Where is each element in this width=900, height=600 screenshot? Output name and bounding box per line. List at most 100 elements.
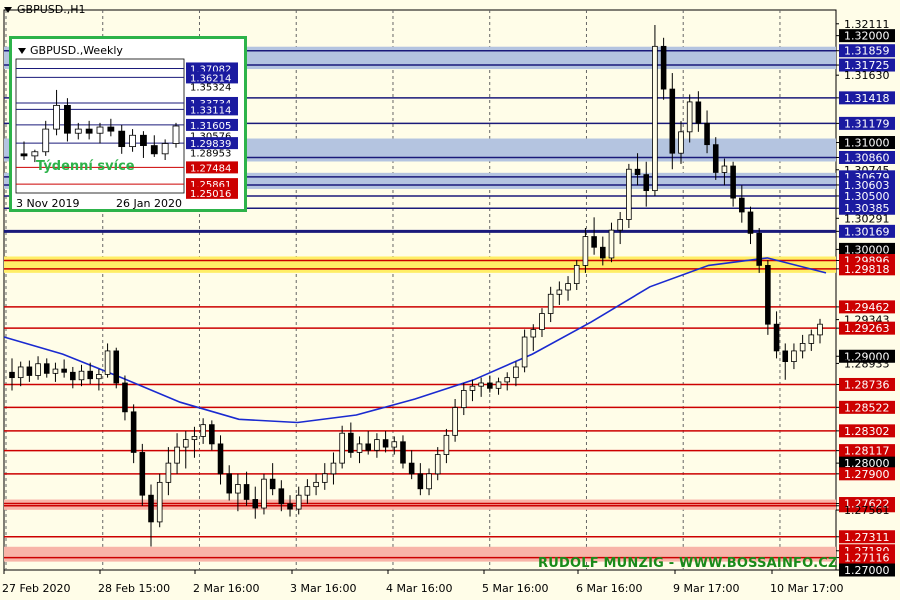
- candle-body: [634, 168, 641, 175]
- inset-price-label: 1.27484: [190, 163, 231, 174]
- candle-body: [573, 265, 580, 284]
- inset-title: GBPUSD.,Weekly: [18, 44, 123, 57]
- candle-body: [556, 289, 563, 295]
- candle-body: [165, 462, 172, 483]
- price-label-text: 1.32000: [844, 30, 890, 43]
- price-label-text: 1.27116: [844, 552, 890, 565]
- candle-body: [130, 411, 137, 453]
- price-label: 1.31000: [836, 136, 895, 150]
- candle-body: [582, 236, 589, 266]
- candle-body: [391, 441, 398, 448]
- candle-body: [469, 385, 476, 391]
- candle-body: [339, 432, 345, 464]
- candle-body: [712, 144, 719, 173]
- inset-candle-body: [42, 128, 50, 153]
- dropdown-triangle-icon: [18, 48, 26, 54]
- date-label: 3 Mar 16:00: [290, 582, 356, 595]
- price-label-text: 1.27900: [844, 468, 890, 481]
- inset-candle-body: [64, 104, 71, 134]
- price-label-text: 1.28736: [844, 378, 890, 391]
- chart-title: GBPUSD.,H1: [4, 3, 85, 16]
- date-label: 9 Mar 17:00: [673, 582, 739, 595]
- candle-body: [686, 101, 693, 133]
- candle-body: [356, 443, 363, 453]
- candle-body: [695, 101, 702, 124]
- candle-body: [817, 323, 823, 336]
- price-label-text: 1.31630: [844, 69, 890, 82]
- candle-body: [487, 382, 493, 389]
- candle-body: [209, 424, 215, 445]
- price-label-text: 1.27561: [844, 504, 890, 517]
- price-label: 1.28736: [836, 377, 895, 391]
- candle-body: [608, 229, 615, 259]
- weekly-chart: 1.370821.362141.353241.337341.331141.316…: [15, 58, 238, 200]
- price-label: 1.30169: [836, 224, 895, 238]
- price-label: 1.31630: [836, 69, 890, 82]
- price-label-text: 1.30860: [844, 151, 890, 164]
- candle-body: [626, 168, 632, 220]
- candle-body: [148, 494, 154, 523]
- price-label: 1.28302: [836, 424, 895, 438]
- price-label-text: 1.28933: [844, 357, 890, 370]
- candle-body: [417, 473, 424, 490]
- inset-candle-body: [53, 104, 60, 130]
- date-label: 27 Feb 2020: [2, 582, 70, 595]
- price-label: 1.28933: [836, 357, 890, 370]
- candle-body: [756, 232, 762, 266]
- candle-body: [765, 265, 771, 325]
- candle-body: [182, 439, 189, 448]
- candle-body: [243, 484, 250, 500]
- date-label: 28 Feb 15:00: [98, 582, 170, 595]
- candle-body: [730, 165, 736, 199]
- inset-candle-body: [140, 134, 147, 146]
- price-label: 1.29462: [836, 300, 895, 314]
- candle-body: [43, 363, 50, 374]
- price-label-text: 1.29818: [844, 263, 890, 276]
- inset-candle-body: [118, 130, 126, 148]
- inset-x-label-end: 26 Jan 2020: [116, 197, 182, 210]
- price-label-text: 1.28117: [844, 445, 890, 458]
- price-label-text: 1.31179: [844, 117, 890, 130]
- candle-body: [739, 197, 745, 213]
- inset-candle-body: [129, 134, 136, 148]
- candle-body: [9, 371, 15, 379]
- candle-body: [513, 366, 519, 379]
- candle-body: [521, 336, 528, 368]
- candle-body: [478, 382, 484, 387]
- candle-body: [200, 424, 206, 437]
- candle-body: [278, 488, 285, 505]
- candle-body: [643, 174, 650, 192]
- price-label: 1.31418: [836, 91, 895, 105]
- inset-candle-body: [150, 145, 158, 155]
- candle-body: [547, 293, 554, 314]
- candle-body: [52, 368, 59, 374]
- candle-body: [374, 439, 380, 451]
- price-label-text: 1.31859: [844, 45, 890, 58]
- candle-body: [122, 382, 128, 413]
- inset-x-label-start: 3 Nov 2019: [16, 197, 80, 210]
- date-label: 10 Mar 17:00: [770, 582, 843, 595]
- weekly-candle-label: Týdenní svíce: [36, 159, 135, 174]
- price-label-text: 1.30500: [844, 190, 890, 203]
- candle-body: [156, 481, 163, 523]
- date-label: 4 Mar 16:00: [386, 582, 452, 595]
- price-label-text: 1.30291: [844, 212, 890, 225]
- price-label-text: 1.27311: [844, 531, 890, 544]
- price-label-text: 1.30169: [844, 225, 890, 238]
- candle-body: [252, 499, 259, 509]
- price-label: 1.28117: [836, 444, 895, 458]
- candle-body: [113, 350, 120, 384]
- dropdown-triangle-icon[interactable]: [4, 7, 12, 13]
- candle-body: [426, 473, 432, 490]
- price-label-text: 1.28302: [844, 425, 890, 438]
- watermark: RUDOLF MUNZIG - WWW.BOSSAINFO.CZ: [538, 556, 838, 571]
- candle-body: [287, 503, 293, 510]
- price-label: 1.31179: [836, 116, 895, 130]
- candle-body: [78, 370, 85, 381]
- inset-candle-body: [85, 128, 93, 134]
- inset-price-label: 1.33114: [190, 105, 231, 116]
- candle-body: [330, 462, 337, 475]
- candle-body: [348, 432, 354, 453]
- inset-candle-body: [172, 125, 180, 144]
- chart-window: 1.32111 1.32000 1.31859 1.31725 1.31630 1.314…: [0, 0, 900, 600]
